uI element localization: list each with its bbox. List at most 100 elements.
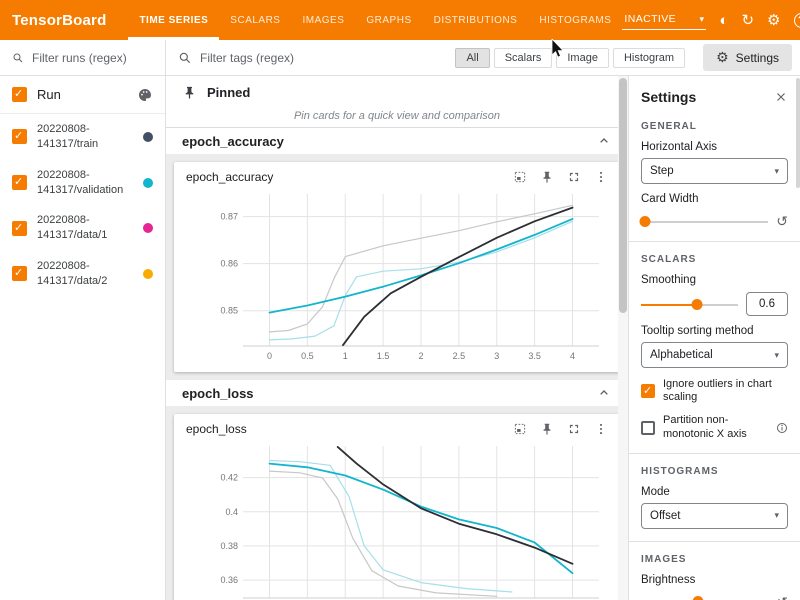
svg-text:4: 4 (570, 351, 575, 361)
svg-text:3.5: 3.5 (528, 351, 541, 361)
run-checkbox[interactable] (12, 129, 27, 144)
run-row-train[interactable]: 20220808-141317/train (0, 114, 165, 160)
section-header-epoch-accuracy[interactable]: epoch_accuracy (166, 128, 628, 154)
run-checkbox[interactable] (12, 221, 27, 236)
scrollbar-thumb[interactable] (619, 78, 627, 313)
filter-chip-all[interactable]: All (455, 48, 489, 68)
run-filter-input[interactable] (32, 51, 153, 65)
pin-card-icon[interactable] (540, 170, 554, 184)
svg-text:2.5: 2.5 (453, 351, 466, 361)
scalar-card-epoch-loss: epoch_loss 00.511.522.533.540.360.380.40… (174, 414, 620, 600)
header-actions: INACTIVE ▾ ◐ ↻ ⚙ ? (622, 10, 800, 30)
card-width-slider[interactable] (641, 215, 768, 228)
run-row-data-2[interactable]: 20220808-141317/data/2 (0, 251, 165, 297)
settings-title: Settings (641, 89, 696, 105)
tooltip-sorting-label: Tooltip sorting method (641, 325, 788, 337)
settings-section-general: GENERAL (641, 121, 788, 132)
reset-icon[interactable]: ↺ (776, 214, 788, 228)
chart-epoch-accuracy[interactable]: 00.511.522.533.540.850.860.87 (179, 186, 615, 366)
scalar-card-epoch-accuracy: epoch_accuracy 00.511.522.533.540.850.86… (174, 162, 620, 372)
divider (629, 541, 800, 542)
run-color-dot (143, 223, 153, 233)
settings-scrollbar-thumb[interactable] (796, 78, 800, 188)
run-checkbox[interactable] (12, 266, 27, 281)
card-title: epoch_loss (186, 422, 247, 436)
smoothing-slider[interactable] (641, 298, 738, 311)
svg-text:1.5: 1.5 (377, 351, 390, 361)
help-icon[interactable]: ? (794, 13, 800, 28)
slider-knob[interactable] (693, 596, 704, 600)
chevron-up-icon[interactable] (596, 133, 612, 149)
svg-text:0.85: 0.85 (220, 306, 238, 316)
settings-section-histograms: HISTOGRAMS (641, 466, 788, 477)
tag-filter-input[interactable] (200, 51, 340, 65)
fullscreen-icon[interactable] (567, 422, 581, 436)
tab-scalars[interactable]: SCALARS (219, 0, 291, 40)
tag-type-filter: All Scalars Image Histogram (455, 48, 685, 68)
card-region-epoch-accuracy: epoch_accuracy 00.511.522.533.540.850.86… (166, 154, 628, 380)
card-title: epoch_accuracy (186, 170, 273, 184)
status-dropdown[interactable]: INACTIVE ▾ (622, 10, 706, 30)
run-color-dot (143, 269, 153, 279)
brightness-slider[interactable] (641, 595, 768, 600)
ignore-outliers-checkbox[interactable] (641, 384, 655, 398)
run-row-data-1[interactable]: 20220808-141317/data/1 (0, 205, 165, 251)
pin-card-icon[interactable] (540, 422, 554, 436)
more-options-icon[interactable] (594, 422, 608, 436)
svg-text:0.42: 0.42 (220, 473, 238, 483)
select-all-runs-checkbox[interactable] (12, 87, 27, 102)
run-color-dot (143, 132, 153, 142)
filter-chip-scalars[interactable]: Scalars (494, 48, 553, 68)
partition-x-axis-row[interactable]: Partition non-monotonic X axis (641, 414, 788, 440)
chart-epoch-loss[interactable]: 00.511.522.533.540.360.380.40.42 (179, 438, 615, 600)
run-color-dot (143, 178, 153, 188)
runs-sidebar: Run 20220808-141317/train 20220808-14131… (0, 40, 166, 600)
chevron-down-icon: ▾ (699, 14, 704, 25)
search-icon (178, 51, 192, 65)
chevron-up-icon[interactable] (596, 385, 612, 401)
smoothing-value-input[interactable] (746, 292, 788, 316)
run-checkbox[interactable] (12, 175, 27, 190)
tab-graphs[interactable]: GRAPHS (355, 0, 422, 40)
reset-icon[interactable]: ↺ (776, 595, 788, 600)
tab-histograms[interactable]: HISTOGRAMS (528, 0, 622, 40)
card-region-epoch-loss: epoch_loss 00.511.522.533.540.360.380.40… (166, 406, 628, 600)
slider-knob[interactable] (639, 216, 650, 227)
section-header-epoch-loss[interactable]: epoch_loss (166, 380, 628, 406)
filter-chip-image[interactable]: Image (556, 48, 609, 68)
partition-x-axis-checkbox[interactable] (641, 421, 655, 435)
tab-distributions[interactable]: DISTRIBUTIONS (423, 0, 529, 40)
main-nav-tabs: TIME SERIES SCALARS IMAGES GRAPHS DISTRI… (128, 0, 622, 40)
histogram-mode-dropdown[interactable]: Offset ▾ (641, 503, 788, 529)
theme-toggle-icon[interactable]: ◐ (719, 13, 728, 28)
horizontal-axis-dropdown[interactable]: Step ▾ (641, 158, 788, 184)
settings-button[interactable]: ⚙ Settings (703, 44, 792, 71)
pin-icon (182, 85, 197, 100)
pinned-hint: Pin cards for a quick view and compariso… (166, 104, 628, 128)
pinned-title: Pinned (207, 85, 250, 100)
more-options-icon[interactable] (594, 170, 608, 184)
tooltip-sorting-dropdown[interactable]: Alphabetical ▾ (641, 342, 788, 368)
svg-text:0.36: 0.36 (220, 575, 238, 585)
chevron-down-icon: ▾ (774, 350, 779, 361)
settings-section-scalars: SCALARS (641, 254, 788, 265)
tab-time-series[interactable]: TIME SERIES (128, 0, 219, 40)
close-icon[interactable] (774, 90, 788, 104)
refresh-icon[interactable]: ↻ (741, 13, 754, 28)
run-filter (0, 40, 165, 76)
chevron-down-icon: ▾ (774, 510, 779, 521)
info-icon[interactable] (776, 422, 788, 434)
slider-knob[interactable] (692, 299, 703, 310)
settings-gear-icon[interactable]: ⚙ (767, 13, 780, 28)
fit-to-frame-icon[interactable] (513, 422, 527, 436)
tab-images[interactable]: IMAGES (291, 0, 355, 40)
fullscreen-icon[interactable] (567, 170, 581, 184)
search-icon (12, 51, 24, 65)
runs-column-header: Run (0, 76, 165, 114)
run-row-validation[interactable]: 20220808-141317/validation (0, 160, 165, 206)
ignore-outliers-row[interactable]: Ignore outliers in chart scaling (641, 378, 788, 404)
filter-chip-histogram[interactable]: Histogram (613, 48, 685, 68)
svg-text:2: 2 (418, 351, 423, 361)
color-palette-icon[interactable] (137, 87, 153, 103)
fit-to-frame-icon[interactable] (513, 170, 527, 184)
